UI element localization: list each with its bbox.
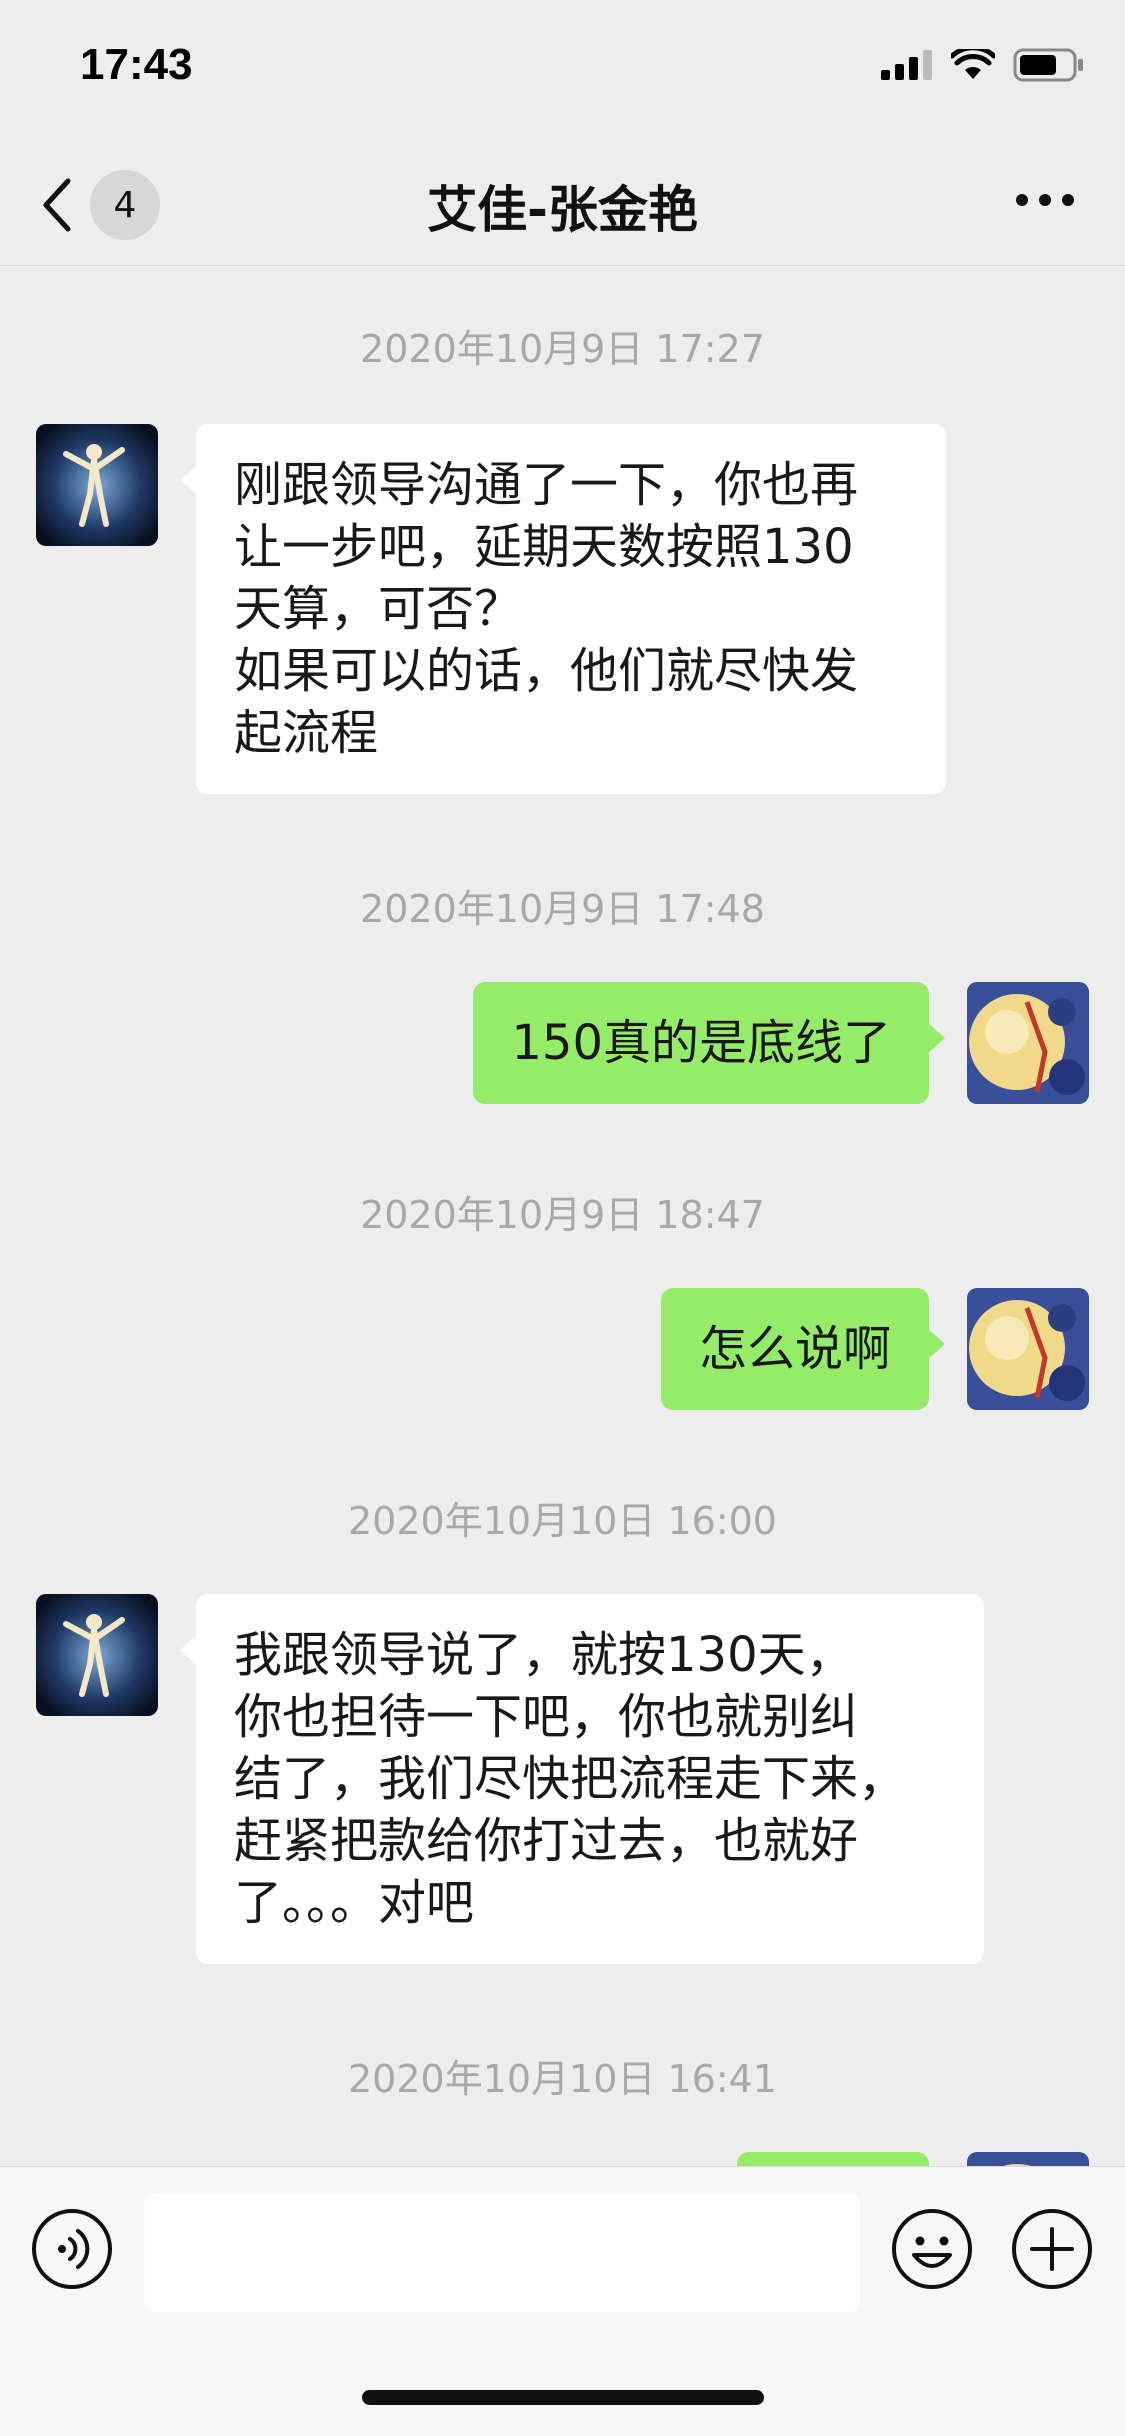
incoming-message-bubble[interactable]: 我跟领导说了，就按130天， 你也担待一下吧，你也就别纠 结了，我们尽快把流程走… — [180, 1594, 984, 1964]
outgoing-message-bubble[interactable]: 150真的是底线了 — [473, 982, 945, 1104]
voice-button[interactable] — [30, 2207, 114, 2291]
plus-icon — [1012, 2209, 1092, 2289]
message-line: 结了，我们尽快把流程走下来， — [234, 1751, 907, 1807]
message-timestamp: 2020年10月9日 17:27 — [360, 327, 765, 371]
message-list[interactable]: 2020年10月9日 17:27 刚跟领导沟通了一下，你也再 让一步吧，延期天数… — [0, 266, 1125, 2166]
status-time: 17:43 — [80, 40, 193, 89]
dancer-avatar-icon — [36, 424, 158, 546]
status-bar: 17:43 — [0, 0, 1125, 135]
status-icons — [881, 48, 1085, 82]
flower-avatar-icon — [967, 2152, 1089, 2166]
message-timestamp: 2020年10月10日 16:00 — [347, 1499, 777, 1543]
home-indicator[interactable] — [362, 2390, 764, 2405]
my-avatar[interactable] — [967, 1288, 1089, 1410]
emoji-icon — [892, 2209, 972, 2289]
chat-screen: 17:43 4 艾佳-张金艳 2020年10月9日 17:27 刚跟领导沟通了一… — [0, 0, 1125, 2436]
plus-button[interactable] — [1010, 2207, 1094, 2291]
battery-icon — [1013, 48, 1083, 82]
dancer-avatar-icon — [36, 1594, 158, 1716]
chat-title: 艾佳-张金艳 — [427, 181, 698, 239]
contact-avatar[interactable] — [36, 1594, 158, 1716]
more-button[interactable] — [1005, 170, 1085, 230]
message-line: 了。。。对吧 — [234, 1875, 475, 1931]
contact-avatar[interactable] — [36, 424, 158, 546]
my-avatar[interactable] — [967, 2152, 1089, 2166]
message-timestamp: 2020年10月9日 18:47 — [360, 1193, 765, 1237]
wifi-icon — [951, 49, 995, 79]
message-line: 起流程 — [234, 705, 379, 761]
message-input[interactable] — [145, 2194, 860, 2312]
message-line: 如果可以的话，他们就尽快发 — [234, 643, 859, 699]
message-timestamp: 2020年10月9日 17:48 — [360, 887, 765, 931]
message-line: 怎么说啊 — [698, 1321, 891, 1377]
message-timestamp: 2020年10月10日 16:41 — [347, 2057, 777, 2101]
flower-avatar-icon — [967, 982, 1089, 1104]
message-line: 让一步吧，延期天数按照130 — [234, 519, 854, 575]
message-line: 赶紧把款给你打过去，也就好 — [234, 1813, 859, 1869]
signal-icon — [881, 50, 932, 80]
outgoing-message-bubble[interactable] — [737, 2152, 929, 2166]
message-line: 你也担待一下吧，你也就别纠 — [234, 1689, 859, 1745]
nav-bar: 4 艾佳-张金艳 — [0, 135, 1125, 266]
emoji-button[interactable] — [890, 2207, 974, 2291]
message-line: 刚跟领导沟通了一下，你也再 — [234, 457, 859, 513]
my-avatar[interactable] — [967, 982, 1089, 1104]
incoming-message-bubble[interactable]: 刚跟领导沟通了一下，你也再 让一步吧，延期天数按照130 天算，可否？ 如果可以… — [180, 424, 946, 794]
message-line: 150真的是底线了 — [511, 1015, 891, 1071]
outgoing-message-bubble[interactable]: 怎么说啊 — [660, 1288, 945, 1410]
flower-avatar-icon — [967, 1288, 1089, 1410]
voice-icon — [32, 2209, 112, 2289]
message-line: 我跟领导说了，就按130天， — [234, 1627, 854, 1683]
more-dots-icon — [1016, 194, 1074, 206]
message-line: 天算，可否？ — [234, 581, 523, 637]
